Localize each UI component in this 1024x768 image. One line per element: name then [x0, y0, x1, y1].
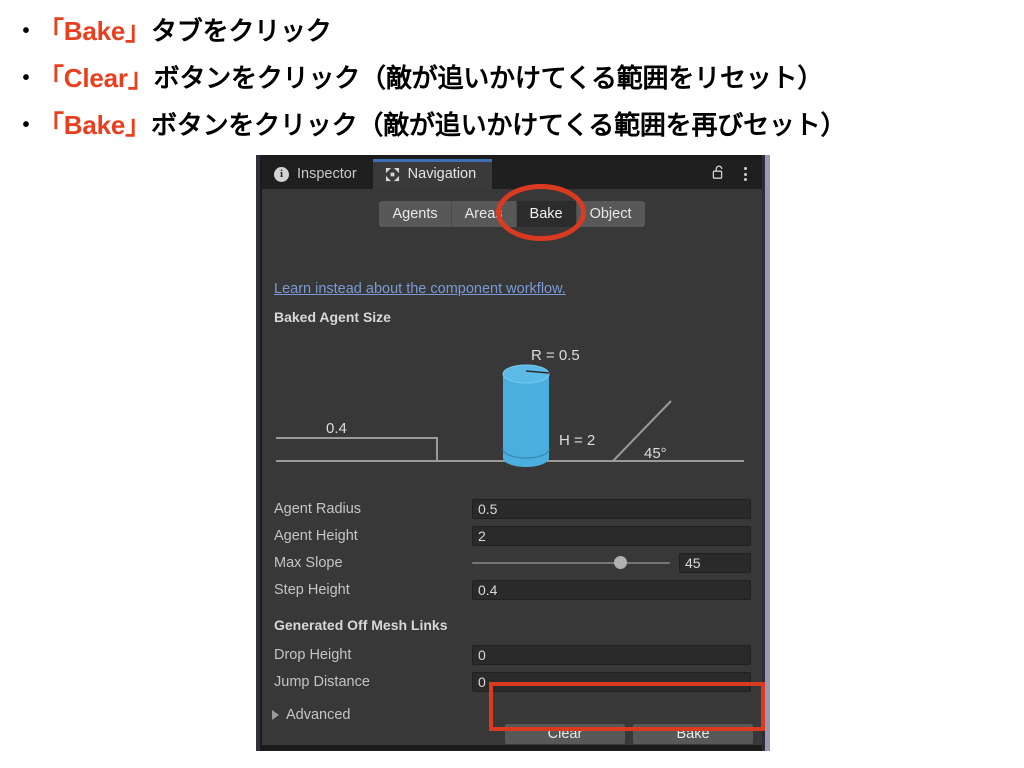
input-step-height[interactable]: 0.4	[472, 579, 751, 600]
lock-open-icon[interactable]	[712, 164, 726, 185]
tab-navigation[interactable]: Navigation	[372, 159, 493, 189]
advanced-foldout[interactable]: Advanced	[272, 707, 351, 723]
property-row-drop-height: Drop Height 0	[262, 641, 762, 668]
chevron-right-icon	[272, 710, 279, 720]
input-jump-distance[interactable]: 0	[472, 671, 751, 692]
list-item: • 「Bake」ボタンをクリック（敵が追いかけてくる範囲を再びセット）	[0, 102, 1024, 149]
bullet-rest: ボタンをクリック（敵が追いかけてくる範囲を再びセット）	[150, 110, 847, 140]
bullet-text: 「Bake」タブをクリック	[38, 8, 332, 55]
subtab-areas[interactable]: Areas	[451, 201, 517, 227]
bake-actions: Clear Bake	[504, 723, 754, 745]
label-drop-height: Drop Height	[274, 646, 352, 663]
bullet-rest: ボタンをクリック（敵が追いかけてくる範囲をリセット）	[153, 63, 824, 93]
window-right-edge	[765, 155, 770, 751]
window-left-edge	[256, 155, 260, 751]
property-row-agent-height: Agent Height 2	[262, 522, 762, 549]
label-agent-height: Agent Height	[274, 527, 358, 544]
bullet-text: 「Clear」ボタンをクリック（敵が追いかけてくる範囲をリセット）	[38, 55, 823, 102]
bullet-marker: •	[22, 67, 30, 89]
section-header-baked-agent-size: Baked Agent Size	[274, 309, 391, 325]
section-header-generated-off-mesh-links: Generated Off Mesh Links	[274, 617, 448, 633]
tabstrip-spacer	[492, 159, 712, 189]
advanced-label: Advanced	[286, 707, 351, 723]
label-jump-distance: Jump Distance	[274, 673, 370, 690]
label-agent-radius: Agent Radius	[274, 500, 362, 517]
bullet-text: 「Bake」ボタンをクリック（敵が追いかけてくる範囲を再びセット）	[38, 102, 846, 149]
bullet-highlight: 「Clear」	[38, 63, 154, 93]
kebab-menu-icon[interactable]	[738, 164, 752, 184]
max-slope-slider-handle[interactable]	[614, 556, 627, 569]
svg-text:R = 0.5: R = 0.5	[531, 347, 580, 364]
tab-navigation-label: Navigation	[407, 166, 477, 182]
navigation-subtabs: Agents Areas Bake Object	[262, 201, 762, 227]
bullet-highlight: 「Bake」	[38, 16, 151, 46]
subtab-object[interactable]: Object	[576, 201, 645, 227]
bullet-highlight: 「Bake」	[38, 110, 151, 140]
label-max-slope: Max Slope	[274, 554, 343, 571]
max-slope-control: 45	[472, 552, 751, 573]
bullet-marker: •	[22, 114, 30, 136]
svg-text:H = 2: H = 2	[559, 432, 595, 449]
baked-agent-size-properties: Agent Radius 0.5 Agent Height 2 Max Slop…	[262, 495, 762, 603]
label-step-height: Step Height	[274, 581, 350, 598]
navigation-panel-body: Agents Areas Bake Object Learn instead a…	[262, 189, 762, 745]
property-row-agent-radius: Agent Radius 0.5	[262, 495, 762, 522]
list-item: • 「Clear」ボタンをクリック（敵が追いかけてくる範囲をリセット）	[0, 55, 1024, 102]
learn-component-workflow-link[interactable]: Learn instead about the component workfl…	[274, 281, 566, 297]
bullet-rest: タブをクリック	[150, 16, 332, 46]
navigation-move-icon	[385, 167, 400, 182]
inspector-tools	[712, 159, 762, 189]
agent-size-diagram: R = 0.5 H = 2 0.4 45°	[266, 327, 758, 487]
input-drop-height[interactable]: 0	[472, 644, 751, 665]
tab-inspector-label: Inspector	[297, 166, 357, 182]
off-mesh-link-properties: Drop Height 0 Jump Distance 0	[262, 641, 762, 695]
svg-text:45°: 45°	[644, 445, 667, 462]
svg-text:0.4: 0.4	[326, 420, 347, 437]
input-agent-radius[interactable]: 0.5	[472, 498, 751, 519]
bake-button[interactable]: Bake	[632, 723, 754, 745]
property-row-step-height: Step Height 0.4	[262, 576, 762, 603]
property-row-max-slope: Max Slope 45	[262, 549, 762, 576]
bullet-marker: •	[22, 20, 30, 42]
info-icon: i	[274, 166, 289, 182]
inspector-tabstrip: i Inspector Navigation	[262, 159, 762, 189]
clear-button[interactable]: Clear	[504, 723, 626, 745]
list-item: • 「Bake」タブをクリック	[0, 8, 1024, 55]
subtab-agents[interactable]: Agents	[379, 201, 452, 227]
unity-inspector-window: i Inspector Navigation Agents Areas Bake…	[256, 155, 770, 751]
tab-inspector[interactable]: i Inspector	[262, 159, 373, 189]
instruction-list: • 「Bake」タブをクリック • 「Clear」ボタンをクリック（敵が追いかけ…	[0, 8, 1024, 149]
input-max-slope[interactable]: 45	[679, 552, 751, 573]
input-agent-height[interactable]: 2	[472, 525, 751, 546]
subtab-bake[interactable]: Bake	[516, 201, 577, 227]
max-slope-slider[interactable]	[472, 555, 670, 571]
property-row-jump-distance: Jump Distance 0	[262, 668, 762, 695]
